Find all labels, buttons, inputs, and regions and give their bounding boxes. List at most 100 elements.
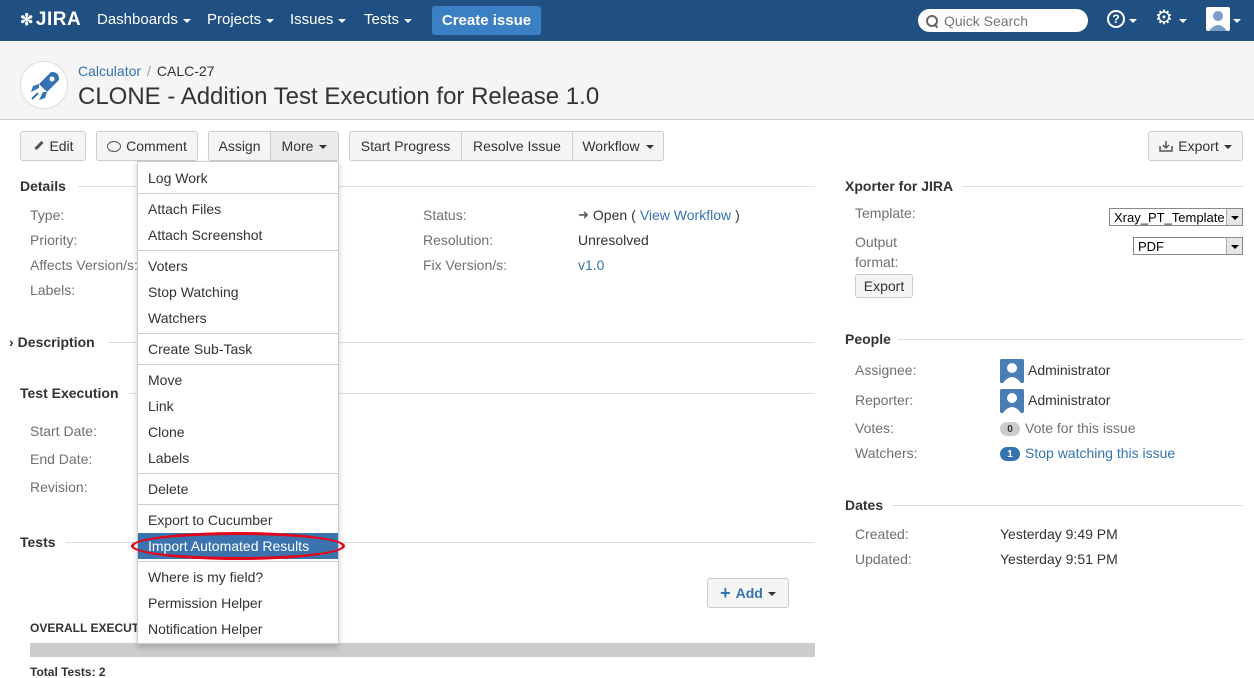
chevron-down-icon	[767, 592, 776, 596]
chevron-down-icon	[182, 18, 191, 23]
assignee-label: Assignee:	[855, 362, 917, 378]
menu-item-create-sub-task[interactable]: Create Sub-Task	[138, 336, 338, 362]
nav-dashboards[interactable]: Dashboards	[97, 11, 191, 28]
help-icon[interactable]: ?	[1107, 10, 1125, 28]
menu-item-attach-screenshot[interactable]: Attach Screenshot	[138, 222, 338, 248]
workflow-button[interactable]: Workflow	[573, 132, 663, 160]
chevron-down-icon	[1223, 145, 1232, 149]
menu-item-stop-watching[interactable]: Stop Watching	[138, 279, 338, 305]
created-label: Created:	[855, 526, 909, 542]
assignee-avatar	[1000, 359, 1024, 383]
chevron-down-icon	[1226, 238, 1242, 254]
menu-item-watchers[interactable]: Watchers	[138, 305, 338, 331]
breadcrumb-project[interactable]: Calculator	[78, 63, 141, 79]
vote-link[interactable]: Vote for this issue	[1025, 420, 1136, 436]
fix-version-link[interactable]: v1.0	[578, 257, 604, 273]
stop-watching-link[interactable]: Stop watching this issue	[1025, 445, 1175, 461]
menu-item-export-to-cucumber[interactable]: Export to Cucumber	[138, 507, 338, 533]
view-workflow-link[interactable]: View Workflow	[640, 207, 731, 223]
menu-separator	[138, 193, 338, 194]
chevron-down-icon	[404, 18, 413, 23]
gear-icon[interactable]: ⚙	[1155, 8, 1173, 28]
more-button[interactable]: More	[271, 132, 338, 160]
menu-item-voters[interactable]: Voters	[138, 253, 338, 279]
watchers-count-badge: 1	[1000, 447, 1020, 461]
output-format-label-2: format:	[855, 254, 899, 270]
output-format-select[interactable]: PDF	[1133, 237, 1243, 255]
top-nav: ✻ JIRA Dashboards Projects Issues Tests …	[0, 0, 1254, 41]
menu-item-delete[interactable]: Delete	[138, 476, 338, 502]
add-test-button[interactable]: + Add	[707, 578, 789, 608]
breadcrumb-issue-key[interactable]: CALC-27	[157, 63, 215, 79]
resolution-value: Unresolved	[578, 232, 649, 248]
status-label: Status:	[423, 207, 467, 223]
created-value: Yesterday 9:49 PM	[1000, 526, 1118, 542]
pencil-icon	[32, 140, 44, 152]
breadcrumb: Calculator / CALC-27	[78, 63, 215, 79]
menu-separator	[138, 473, 338, 474]
description-toggle[interactable]: › Description	[9, 334, 95, 350]
menu-separator	[138, 364, 338, 365]
menu-item-notification-helper[interactable]: Notification Helper	[138, 616, 338, 642]
resolve-issue-button[interactable]: Resolve Issue	[462, 132, 573, 160]
more-dropdown-menu: Log Work Attach Files Attach Screenshot …	[137, 161, 339, 644]
output-format-label-1: Output	[855, 234, 898, 250]
menu-item-log-work[interactable]: Log Work	[138, 165, 338, 191]
xporter-heading: Xporter for JIRA	[845, 178, 954, 194]
user-avatar[interactable]	[1206, 7, 1230, 31]
menu-item-attach-files[interactable]: Attach Files	[138, 196, 338, 222]
quick-search-input[interactable]	[944, 12, 1084, 29]
comment-button[interactable]: Comment	[96, 131, 198, 161]
resolution-label: Resolution:	[423, 232, 494, 248]
chevron-right-icon: ›	[9, 334, 14, 350]
menu-separator	[138, 333, 338, 334]
menu-item-import-automated-results[interactable]: Import Automated Results	[138, 533, 338, 559]
rocket-icon	[31, 72, 59, 100]
search-icon	[926, 14, 938, 27]
menu-item-where-is-my-field[interactable]: Where is my field?	[138, 564, 338, 590]
fix-version-label: Fix Version/s:	[423, 257, 508, 273]
menu-separator	[138, 504, 338, 505]
assign-button[interactable]: Assign	[209, 132, 271, 160]
menu-item-link[interactable]: Link	[138, 393, 338, 419]
assignee-name[interactable]: Administrator	[1028, 362, 1110, 378]
start-progress-button[interactable]: Start Progress	[350, 132, 462, 160]
jira-logo[interactable]: ✻ JIRA	[20, 9, 81, 31]
menu-item-labels[interactable]: Labels	[138, 445, 338, 471]
edit-button[interactable]: Edit	[20, 131, 86, 161]
template-label: Template:	[855, 205, 916, 221]
create-issue-button[interactable]: Create issue	[432, 6, 541, 35]
divider	[892, 505, 1243, 506]
menu-item-permission-helper[interactable]: Permission Helper	[138, 590, 338, 616]
menu-item-move[interactable]: Move	[138, 367, 338, 393]
status-value: ➜ Open (View Workflow)	[578, 207, 740, 223]
reporter-avatar	[1000, 389, 1024, 413]
revision-label: Revision:	[30, 479, 88, 495]
chevron-down-icon	[1129, 19, 1137, 23]
votes-label: Votes:	[855, 420, 894, 436]
labels-label: Labels:	[30, 282, 76, 298]
nav-issues[interactable]: Issues	[290, 11, 347, 28]
end-date-label: End Date:	[30, 451, 93, 467]
chevron-down-icon	[645, 145, 654, 149]
export-button[interactable]: Export	[1148, 131, 1243, 161]
chevron-down-icon	[1226, 209, 1242, 225]
xporter-export-button[interactable]: Export	[855, 274, 913, 298]
project-avatar[interactable]	[20, 61, 68, 109]
divider	[962, 186, 1243, 187]
priority-label: Priority:	[30, 232, 78, 248]
template-select[interactable]: Xray_PT_Template	[1109, 208, 1243, 226]
chevron-down-icon	[319, 145, 328, 149]
reporter-label: Reporter:	[855, 392, 914, 408]
menu-separator	[138, 561, 338, 562]
reporter-name[interactable]: Administrator	[1028, 392, 1110, 408]
votes-count-badge: 0	[1000, 422, 1020, 436]
description-heading: Description	[17, 334, 95, 350]
overall-execution-label: OVERALL EXECUTIO	[30, 621, 152, 635]
updated-label: Updated:	[855, 551, 912, 567]
menu-item-clone[interactable]: Clone	[138, 419, 338, 445]
test-execution-heading: Test Execution	[20, 385, 119, 401]
quick-search[interactable]	[918, 9, 1088, 32]
nav-projects[interactable]: Projects	[207, 11, 275, 28]
nav-tests[interactable]: Tests	[364, 11, 413, 28]
